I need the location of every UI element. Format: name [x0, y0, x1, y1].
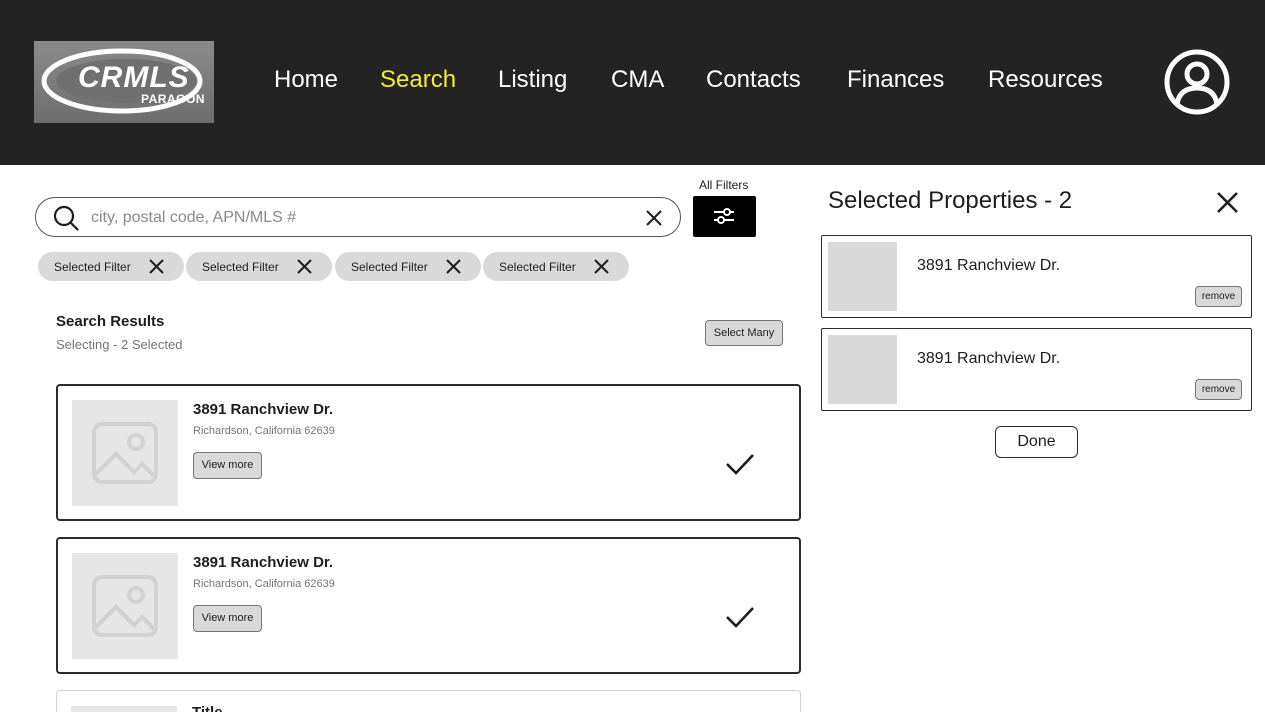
property-title: 3891 Ranchview Dr. — [193, 401, 334, 418]
nav-finances[interactable]: Finances — [847, 66, 944, 94]
selected-property-item: 3891 Ranchview Dr. remove — [821, 328, 1252, 411]
property-card[interactable]: Title — [56, 690, 801, 712]
filter-chip-label: Selected Filter — [202, 260, 279, 274]
search-icon — [53, 205, 79, 231]
close-icon[interactable] — [1216, 191, 1239, 214]
property-title: Title — [192, 704, 223, 712]
remove-button[interactable]: remove — [1195, 286, 1242, 307]
logo-sub-text: PARAGON — [141, 92, 205, 106]
filter-chip[interactable]: Selected Filter — [186, 252, 332, 281]
select-many-button[interactable]: Select Many — [705, 320, 783, 346]
selection-status-text: Selecting - 2 Selected — [56, 337, 183, 352]
done-button[interactable]: Done — [995, 426, 1078, 458]
search-input[interactable] — [91, 206, 631, 230]
search-bar — [35, 197, 681, 237]
nav-resources[interactable]: Resources — [988, 66, 1103, 94]
nav-cma[interactable]: CMA — [611, 66, 664, 94]
remove-filter-icon[interactable] — [296, 258, 313, 275]
selected-property-thumbnail — [828, 335, 897, 404]
top-navigation-bar: CRMLS PARAGON Home Search Listing CMA Co… — [0, 0, 1265, 165]
search-results-heading: Search Results — [56, 313, 165, 330]
view-more-button[interactable]: View more — [193, 452, 262, 479]
selected-property-title: 3891 Ranchview Dr. — [917, 257, 1061, 274]
property-address: Richardson, California 62639 — [193, 425, 335, 437]
crmls-paragon-logo[interactable]: CRMLS PARAGON — [34, 41, 214, 123]
view-more-button[interactable]: View more — [193, 605, 262, 632]
property-title: 3891 Ranchview Dr. — [193, 554, 334, 571]
nav-contacts[interactable]: Contacts — [706, 66, 801, 94]
property-thumbnail — [71, 706, 177, 712]
selected-property-title: 3891 Ranchview Dr. — [917, 350, 1061, 367]
property-address: Richardson, California 62639 — [193, 578, 335, 590]
image-placeholder-icon — [92, 575, 158, 637]
image-placeholder-icon — [92, 422, 158, 484]
filter-chip[interactable]: Selected Filter — [335, 252, 481, 281]
filter-chip[interactable]: Selected Filter — [483, 252, 629, 281]
nav-search[interactable]: Search — [380, 66, 456, 94]
logo-main-text: CRMLS — [78, 61, 190, 94]
remove-filter-icon[interactable] — [445, 258, 462, 275]
clear-search-icon[interactable] — [644, 208, 664, 228]
user-circle-icon[interactable] — [1163, 48, 1231, 116]
selected-properties-title: Selected Properties - 2 — [828, 187, 1073, 214]
all-filters-button[interactable] — [693, 196, 756, 237]
checkmark-icon[interactable] — [725, 452, 755, 476]
property-thumbnail — [72, 553, 178, 659]
remove-button[interactable]: remove — [1195, 379, 1242, 400]
all-filters-label: All Filters — [699, 178, 749, 192]
sliders-icon — [714, 208, 734, 224]
property-card[interactable]: 3891 Ranchview Dr. Richardson, Californi… — [56, 537, 801, 674]
property-thumbnail — [72, 400, 178, 506]
filter-chip[interactable]: Selected Filter — [38, 252, 184, 281]
filter-chip-label: Selected Filter — [54, 260, 131, 274]
selected-property-thumbnail — [828, 242, 897, 311]
nav-listing[interactable]: Listing — [498, 66, 567, 94]
selected-property-item: 3891 Ranchview Dr. remove — [821, 235, 1252, 318]
property-card[interactable]: 3891 Ranchview Dr. Richardson, Californi… — [56, 384, 801, 521]
remove-filter-icon[interactable] — [593, 258, 610, 275]
filter-chip-label: Selected Filter — [499, 260, 576, 274]
filter-chip-label: Selected Filter — [351, 260, 428, 274]
remove-filter-icon[interactable] — [148, 258, 165, 275]
nav-home[interactable]: Home — [274, 66, 338, 94]
checkmark-icon[interactable] — [725, 605, 755, 629]
